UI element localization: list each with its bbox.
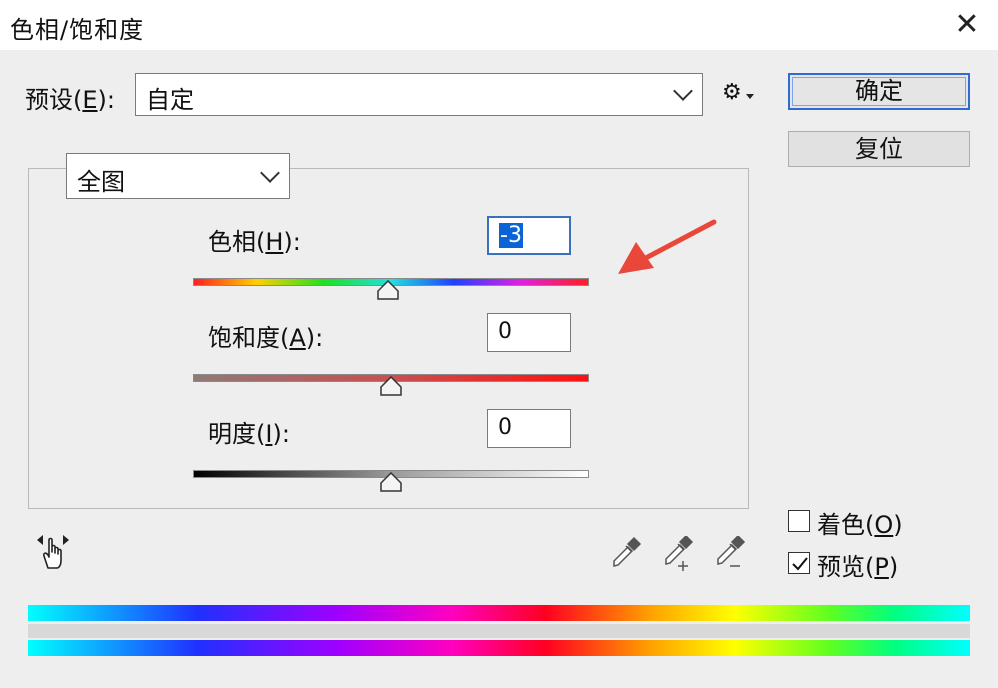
- eyedropper-plus-icon[interactable]: [660, 536, 696, 572]
- preview-label[interactable]: 预览(P): [817, 547, 898, 582]
- annotation-arrow-icon: [618, 219, 717, 274]
- saturation-input[interactable]: 0: [487, 313, 571, 352]
- title-bar: 色相/饱和度 ✕: [0, 0, 998, 50]
- result-spectrum-bar: [28, 640, 970, 656]
- close-icon[interactable]: ✕: [950, 8, 984, 42]
- ok-button[interactable]: 确定: [788, 73, 970, 110]
- saturation-label: 饱和度(A):: [208, 324, 324, 352]
- channel-value: 全图: [77, 168, 125, 196]
- reset-button[interactable]: 复位: [788, 131, 970, 167]
- lightness-label: 明度(I):: [208, 420, 290, 448]
- chevron-down-icon: [673, 81, 693, 101]
- preview-checkbox[interactable]: [788, 552, 810, 574]
- preset-value: 自定: [146, 86, 194, 114]
- caret-down-icon: [746, 94, 754, 99]
- eyedropper-minus-icon[interactable]: [712, 536, 748, 572]
- hue-input[interactable]: -3: [487, 216, 571, 255]
- hand-adjust-icon[interactable]: [34, 532, 72, 572]
- lightness-input[interactable]: 0: [487, 409, 571, 448]
- source-spectrum-bar: [28, 605, 970, 621]
- preset-label: 预设(E):: [25, 86, 115, 114]
- preset-select[interactable]: 自定: [135, 73, 703, 116]
- preset-label-key: E: [82, 86, 98, 114]
- channel-select[interactable]: 全图: [66, 153, 290, 199]
- gear-icon: ⚙: [722, 80, 742, 105]
- eyedropper-icon[interactable]: [608, 536, 642, 570]
- spectrum-range-bar: [28, 624, 970, 638]
- hue-value: -3: [499, 223, 523, 248]
- checkmark-icon: [792, 557, 808, 571]
- preset-settings-button[interactable]: ⚙: [722, 80, 756, 108]
- colorize-checkbox[interactable]: [788, 510, 810, 532]
- chevron-down-icon: [260, 163, 280, 183]
- dialog-body: 预设(E): 自定 ⚙ 确定 复位 全图 色相(H): -3 饱和度(A): 0…: [0, 50, 998, 688]
- window-title: 色相/饱和度: [10, 16, 145, 44]
- colorize-label[interactable]: 着色(O): [817, 505, 903, 540]
- hue-label: 色相(H):: [208, 228, 301, 256]
- saturation-value: 0: [498, 319, 512, 344]
- lightness-value: 0: [498, 415, 512, 440]
